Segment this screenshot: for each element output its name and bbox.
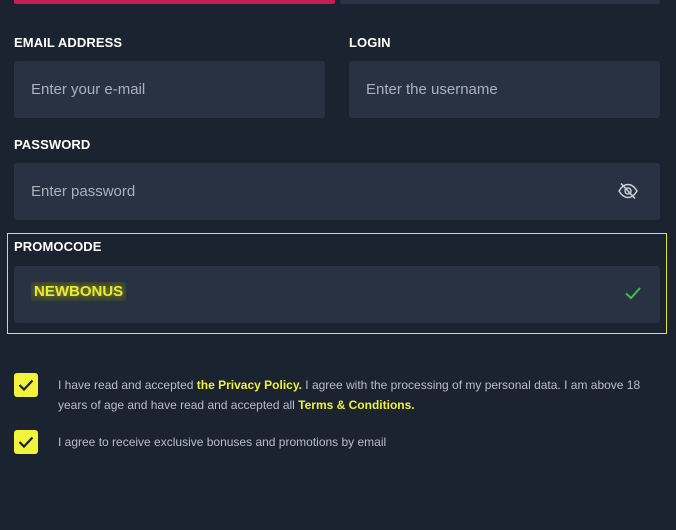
login-field[interactable]	[349, 61, 660, 118]
checkmark-icon	[18, 379, 34, 392]
promocode-value: NEWBONUS	[31, 282, 127, 301]
promotions-consent-checkbox[interactable]	[14, 430, 38, 454]
eye-slash-icon[interactable]	[618, 182, 638, 200]
check-icon	[625, 287, 641, 300]
consent-text-part: I have read and accepted	[58, 378, 197, 392]
promocode-field[interactable]: NEWBONUS	[14, 266, 660, 323]
checkmark-icon	[18, 436, 34, 449]
password-field[interactable]	[14, 163, 660, 220]
privacy-policy-link[interactable]: the Privacy Policy.	[197, 378, 302, 392]
password-field-wrapper	[14, 163, 660, 220]
email-label: EMAIL ADDRESS	[14, 35, 123, 50]
registration-tabs	[14, 0, 660, 4]
privacy-consent-checkbox[interactable]	[14, 373, 38, 397]
terms-conditions-link[interactable]: Terms & Conditions.	[298, 398, 414, 412]
promocode-label: PROMOCODE	[14, 239, 102, 254]
email-field[interactable]	[14, 61, 325, 118]
login-label: LOGIN	[349, 35, 391, 50]
email-field-wrapper	[14, 61, 325, 118]
tab-inactive-indicator[interactable]	[340, 0, 660, 4]
privacy-consent-text: I have read and accepted the Privacy Pol…	[58, 375, 668, 415]
tab-active-indicator[interactable]	[14, 0, 335, 4]
promotions-consent-text: I agree to receive exclusive bonuses and…	[58, 435, 387, 449]
password-label: PASSWORD	[14, 137, 91, 152]
promocode-highlight-frame: PROMOCODE NEWBONUS	[7, 233, 667, 334]
login-field-wrapper	[349, 61, 660, 118]
